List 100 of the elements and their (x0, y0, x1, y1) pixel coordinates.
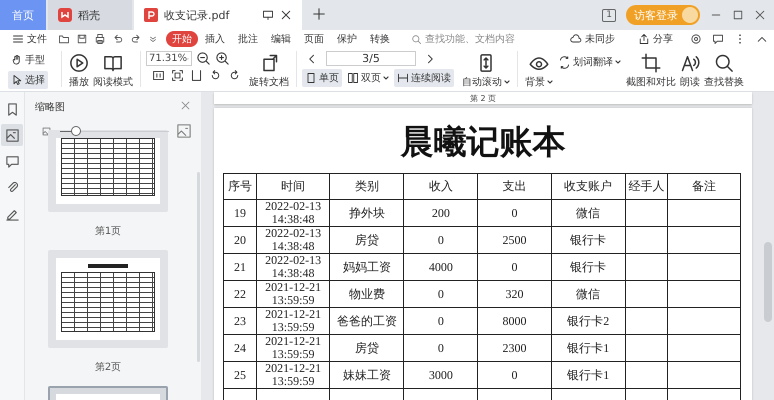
menu-tab[interactable]: 转换 (364, 31, 396, 47)
close-icon (754, 9, 766, 21)
share-button[interactable]: 分享 (632, 31, 679, 47)
menu-tab[interactable]: 开始 (166, 31, 198, 47)
table-cell: 2300 (478, 334, 552, 362)
header-cell: 经手人 (625, 174, 668, 200)
large-image-icon (177, 124, 191, 138)
close-icon (280, 9, 292, 21)
table-cell: 0 (404, 226, 478, 254)
view-mode-button[interactable]: 连续阅读 (394, 69, 454, 87)
rotate-document-button[interactable]: 旋转文档 (247, 51, 291, 91)
translate-button[interactable]: 划词翻译 (555, 53, 624, 71)
comment-icon (712, 33, 724, 45)
page-number-field[interactable]: 3/5 (326, 51, 416, 66)
view-mode-button[interactable]: 单页 (302, 69, 342, 87)
table-cell: 19 (224, 200, 257, 226)
cloud-icon (570, 33, 582, 45)
table-cell: 0 (404, 280, 478, 308)
file-menu[interactable]: 文件 (6, 31, 53, 47)
table-cell: 银行卡 (551, 254, 626, 280)
compare-button[interactable]: 截图和对比 (624, 51, 678, 91)
double-page-icon (347, 72, 359, 84)
page-number-label: 第 2 页 (470, 92, 496, 104)
table-cell: 3000 (404, 362, 478, 388)
search-field[interactable]: 查找功能、文档内容 (411, 32, 515, 46)
table-cell: 微信 (551, 280, 626, 308)
header-cell: 收入 (404, 174, 478, 200)
background-button[interactable]: 背景 (523, 51, 555, 91)
table-cell: 23 (224, 308, 257, 334)
search-icon (411, 34, 422, 44)
table-cell: 妈妈工资 (330, 254, 404, 280)
menu-tab[interactable]: 插入 (199, 31, 231, 47)
translate-icon (558, 56, 571, 68)
undo-icon (112, 33, 124, 45)
table-cell: 物业费 (330, 280, 404, 308)
menu-tab[interactable]: 批注 (232, 31, 264, 47)
actual-size-icon (152, 69, 165, 82)
rotate-right-icon (228, 69, 241, 82)
table-cell: 20 (224, 226, 257, 254)
table-cell: 4000 (404, 254, 478, 280)
read-mode-button[interactable]: 阅读模式 (91, 51, 135, 91)
tab[interactable]: 收支记录.pdf (134, 0, 302, 30)
menu-tab[interactable]: 保护 (331, 31, 363, 47)
read-aloud-button[interactable]: 朗读 (678, 51, 702, 91)
header-cell: 收支账户 (551, 174, 626, 200)
hand-tool-button[interactable]: 手型 (8, 51, 48, 69)
table-cell: 房贷 (330, 226, 404, 254)
zoom-out-icon (196, 51, 211, 66)
table-cell: 2021-12-21 13:59:59 (256, 362, 330, 388)
table-cell: 320 (478, 280, 552, 308)
table-cell: 银行卡2 (551, 308, 626, 334)
table-cell: 银行卡1 (551, 334, 626, 362)
settings-icon (690, 33, 702, 45)
select-tool-button[interactable]: 选择 (8, 71, 48, 89)
header-cell: 类别 (330, 174, 404, 200)
page-label: 第1页 (94, 225, 122, 238)
view-mode-button[interactable]: 双页 (344, 69, 392, 87)
table-cell: 2022-02-13 14:38:48 (256, 226, 330, 254)
book-icon (103, 53, 123, 73)
table-cell: 微信 (551, 200, 626, 226)
find-replace-button[interactable]: 查找替换 (702, 51, 746, 91)
print-icon (94, 33, 106, 45)
comment-icon (4, 154, 20, 168)
table-cell: 银行卡 (551, 226, 626, 254)
close-icon (180, 100, 191, 111)
header-cell: 时间 (256, 174, 330, 200)
table-cell: 22 (224, 280, 257, 308)
table-cell: 25 (224, 362, 257, 388)
page-thumbnail[interactable] (48, 250, 168, 348)
table-cell: 银行卡1 (551, 362, 626, 388)
search-icon (714, 53, 734, 73)
table-cell: 2021-12-21 13:59:59 (256, 280, 330, 308)
slider-thumb[interactable] (71, 126, 82, 136)
scrollbar[interactable] (764, 242, 772, 322)
screen-icon (262, 9, 274, 21)
menu-tab[interactable]: 页面 (298, 31, 330, 47)
sync-button[interactable]: 未同步 (564, 31, 621, 47)
zoom-field[interactable]: 71.31% (146, 51, 192, 66)
auto-scroll-button[interactable]: 自动滚动 (460, 51, 512, 91)
zoom-in-icon (215, 51, 230, 66)
table-cell: 0 (404, 308, 478, 334)
sidebar-tab[interactable] (1, 124, 23, 146)
continuous-icon (397, 72, 409, 84)
maximize-icon (732, 9, 744, 21)
table-cell: 爸爸的工资 (330, 308, 404, 334)
share-icon (638, 33, 650, 45)
window-count-badge[interactable]: 1 (602, 8, 616, 22)
table-cell: 0 (404, 334, 478, 362)
table-cell: 2022-02-13 14:38:48 (256, 254, 330, 280)
table-cell: 0 (478, 200, 552, 226)
pdf-file-icon (144, 8, 158, 22)
page-thumbnail[interactable] (48, 130, 168, 212)
play-button[interactable]: 播放 (67, 51, 91, 91)
fit-page-icon (171, 69, 184, 82)
avatar (682, 7, 698, 23)
app-logo-icon (58, 8, 72, 22)
menu-tab[interactable]: 编辑 (265, 31, 297, 47)
table-cell: 0 (478, 362, 552, 388)
header-cell: 支出 (478, 174, 552, 200)
tab[interactable]: 稻壳 (48, 0, 132, 30)
